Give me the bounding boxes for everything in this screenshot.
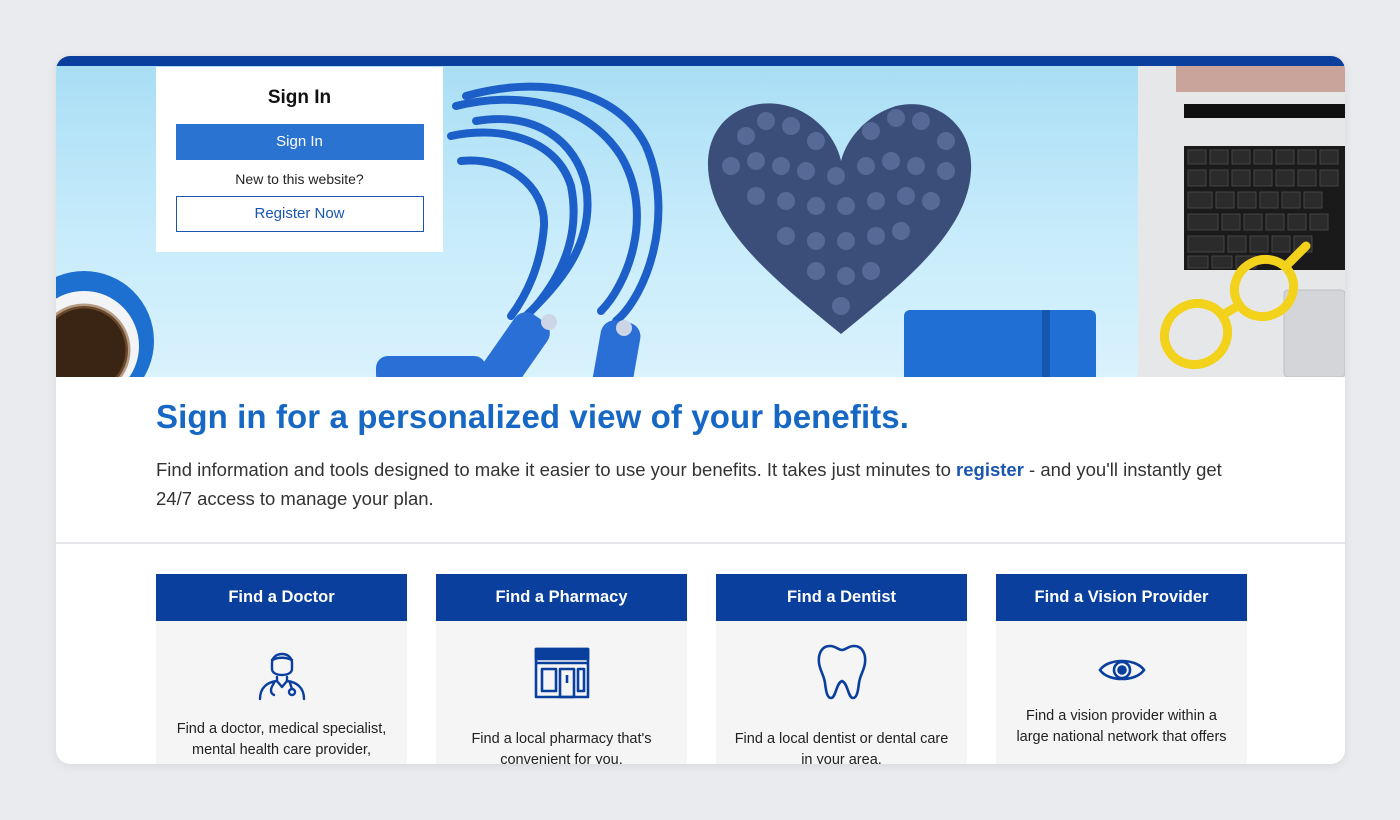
register-link[interactable]: register [956, 459, 1024, 480]
notebook-image [904, 310, 1096, 377]
card-title[interactable]: Find a Doctor [156, 574, 407, 621]
section-divider [56, 542, 1345, 544]
tooth-icon [817, 644, 866, 700]
pharmacy-icon [534, 647, 589, 699]
card-description: Find a local dentist or dental care in y… [734, 731, 949, 764]
provider-cards: Find a Doctor Find a doctor, medical spe… [156, 574, 1248, 764]
card-find-doctor[interactable]: Find a Doctor Find a doctor, medical spe… [156, 574, 407, 764]
intro-text-before: Find information and tools designed to m… [156, 459, 957, 480]
card-description: Find a vision provider within a large na… [1016, 708, 1227, 745]
signin-card: Sign In Sign In New to this website? Reg… [156, 67, 443, 252]
signin-title: Sign In [267, 87, 332, 108]
blueberry-heart-image [707, 103, 972, 334]
intro-paragraph: Find information and tools designed to m… [156, 455, 1241, 513]
card-find-dentist[interactable]: Find a Dentist Find a local dentist or d… [716, 574, 967, 764]
card-title[interactable]: Find a Pharmacy [436, 574, 687, 621]
coffee-cup-image [56, 271, 154, 377]
top-accent-bar [56, 56, 1345, 66]
doctor-icon [258, 652, 305, 701]
hero-banner: Sign In Sign In New to this website? Reg… [56, 66, 1345, 377]
page-headline: Sign in for a personalized view of your … [156, 398, 910, 435]
card-find-vision[interactable]: Find a Vision Provider Find a vision pro… [996, 574, 1247, 764]
card-description: Find a local pharmacy that's convenient … [471, 731, 652, 764]
signin-button[interactable]: Sign In [175, 124, 424, 160]
card-description: Find a doctor, medical specialist, menta… [176, 721, 387, 758]
register-now-button[interactable]: Register Now [175, 196, 424, 232]
card-title[interactable]: Find a Dentist [716, 574, 967, 621]
card-title[interactable]: Find a Vision Provider [996, 574, 1247, 621]
new-user-text: New to this website? [235, 171, 364, 187]
eye-icon [1097, 659, 1146, 681]
page-frame: Sign In Sign In New to this website? Reg… [56, 56, 1345, 764]
card-find-pharmacy[interactable]: Find a Pharmacy Find a local pharmacy th… [436, 574, 687, 764]
